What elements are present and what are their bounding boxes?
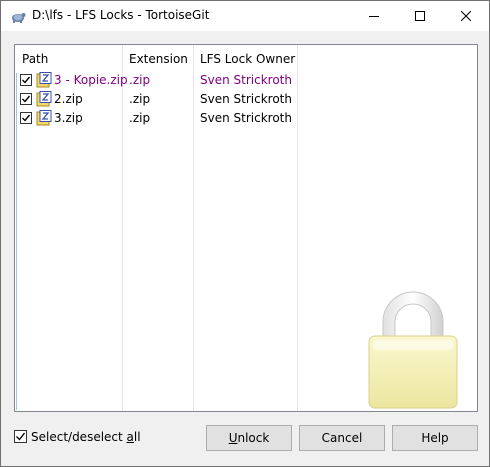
row-extension: .zip	[129, 111, 151, 125]
close-icon	[461, 11, 471, 21]
select-all-label-post: ll	[133, 430, 141, 444]
checkmark-icon	[22, 95, 31, 103]
help-button[interactable]: Help	[392, 425, 478, 451]
unlock-button[interactable]: Unlock	[206, 425, 292, 451]
select-all-label-accel: a	[126, 430, 134, 444]
select-all-label-pre: Select/deselect	[31, 430, 127, 444]
column-header-extension[interactable]: Extension	[129, 52, 188, 66]
column-header-path[interactable]: Path	[22, 52, 48, 66]
row-owner: Sven Strickroth	[200, 111, 292, 125]
select-all-label[interactable]: Select/deselect all	[31, 430, 141, 444]
list-row[interactable]: 3.zip .zip Sven Strickroth	[15, 109, 477, 128]
maximize-icon	[415, 11, 425, 21]
list-row[interactable]: 3 - Kopie.zip .zip Sven Strickroth	[15, 71, 477, 90]
maximize-button[interactable]	[397, 1, 443, 31]
lock-watermark-icon	[368, 291, 458, 409]
unlock-label-rest: nlock	[237, 431, 270, 445]
zip-file-icon	[36, 91, 52, 107]
zip-file-icon	[36, 110, 52, 126]
row-checkbox[interactable]	[20, 74, 32, 86]
tortoisegit-icon	[12, 13, 26, 23]
zip-file-icon	[36, 72, 52, 88]
minimize-icon	[369, 16, 379, 17]
close-button[interactable]	[443, 1, 489, 31]
minimize-button[interactable]	[351, 1, 397, 31]
row-path: 3.zip	[54, 111, 83, 125]
checkmark-icon	[22, 76, 31, 84]
cancel-button[interactable]: Cancel	[299, 425, 385, 451]
list-row[interactable]: 2.zip .zip Sven Strickroth	[15, 90, 477, 109]
row-extension: .zip	[129, 92, 151, 106]
select-all-checkbox[interactable]	[14, 430, 27, 443]
column-header-owner[interactable]: LFS Lock Owner	[200, 52, 295, 66]
row-path: 3 - Kopie.zip	[54, 73, 128, 87]
unlock-accel: U	[228, 431, 238, 445]
list-header: Path Extension LFS Lock Owner	[15, 45, 477, 73]
window-title: D:\lfs - LFS Locks - TortoiseGit	[32, 8, 210, 22]
row-extension: .zip	[129, 73, 151, 87]
row-checkbox[interactable]	[20, 112, 32, 124]
title-bar[interactable]: D:\lfs - LFS Locks - TortoiseGit	[1, 1, 489, 31]
row-checkbox[interactable]	[20, 93, 32, 105]
lfs-locks-window: D:\lfs - LFS Locks - TortoiseGit Path Ex…	[0, 0, 490, 467]
checkmark-icon	[22, 114, 31, 122]
checkmark-icon	[16, 432, 26, 441]
row-path: 2.zip	[54, 92, 83, 106]
row-owner: Sven Strickroth	[200, 73, 292, 87]
row-owner: Sven Strickroth	[200, 92, 292, 106]
